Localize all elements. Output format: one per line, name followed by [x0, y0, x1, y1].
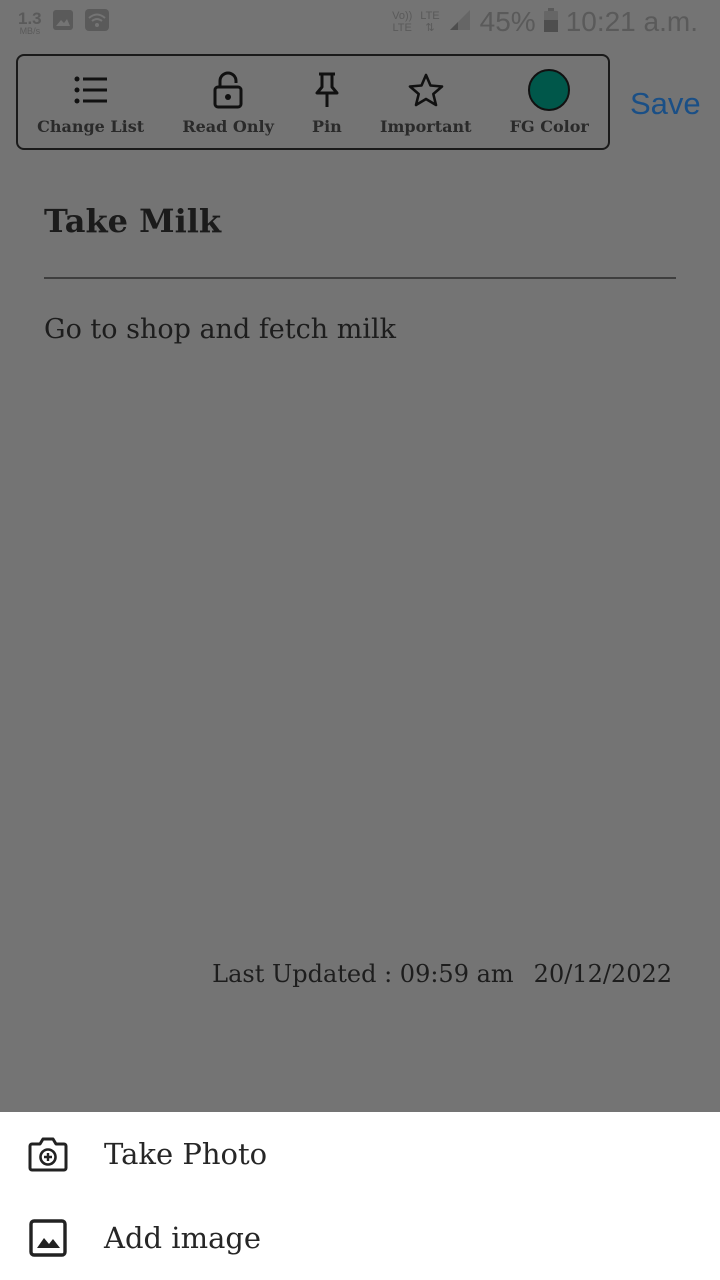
- last-updated-time: Last Updated : 09:59 am: [212, 960, 514, 988]
- status-bar: 1.3 MB/s Vo)) LTE LTE ⇅ 45% 10:21 a.m.: [0, 0, 720, 48]
- battery-percent: 45%: [479, 6, 536, 37]
- pin-icon: [313, 69, 341, 111]
- important-button[interactable]: Important: [380, 62, 471, 142]
- list-icon: [74, 69, 108, 111]
- gallery-notification-icon: [52, 9, 74, 36]
- star-icon: [408, 69, 444, 111]
- volte-lte-text: LTE: [392, 22, 412, 34]
- data-arrows-icon: ⇅: [425, 22, 435, 34]
- image-icon: [28, 1218, 68, 1258]
- add-image-option[interactable]: Add image: [0, 1196, 720, 1280]
- note-title[interactable]: Take Milk: [44, 202, 221, 240]
- note-toolbar: Change List Read Only Pin Important FG C…: [16, 54, 610, 150]
- note-body[interactable]: Go to shop and fetch milk: [44, 314, 396, 345]
- lte-text: LTE: [420, 10, 440, 22]
- color-swatch-icon: [528, 68, 571, 111]
- network-speed-unit: MB/s: [19, 25, 41, 36]
- last-updated-date: 20/12/2022: [533, 960, 672, 988]
- take-photo-label: Take Photo: [104, 1137, 268, 1171]
- title-divider: [44, 277, 676, 279]
- fg-color-icon-wrap: [528, 68, 571, 111]
- wifi-hotspot-icon: [84, 8, 110, 37]
- save-button[interactable]: Save: [630, 86, 701, 122]
- read-only-button[interactable]: Read Only: [182, 62, 274, 142]
- take-photo-option[interactable]: Take Photo: [0, 1112, 720, 1196]
- volte-indicator: Vo)) LTE: [392, 10, 412, 34]
- attachment-bottom-sheet: Take Photo Add image: [0, 1112, 720, 1280]
- clock: 10:21 a.m.: [565, 6, 698, 37]
- last-updated: Last Updated : 09:59 am 20/12/2022: [212, 960, 672, 988]
- battery-icon: [543, 7, 558, 37]
- network-speed: 1.3 MB/s: [18, 10, 42, 36]
- pin-button[interactable]: Pin: [312, 62, 342, 142]
- network-speed-value: 1.3: [18, 8, 42, 28]
- fg-color-button[interactable]: FG Color: [510, 62, 589, 142]
- signal-icon: [448, 8, 472, 37]
- fg-color-label: FG Color: [509, 116, 589, 136]
- camera-icon: [28, 1134, 68, 1174]
- important-label: Important: [379, 116, 472, 136]
- unlock-icon: [213, 69, 243, 111]
- change-list-label: Change List: [37, 116, 145, 136]
- pin-label: Pin: [312, 116, 342, 136]
- change-list-button[interactable]: Change List: [37, 62, 144, 142]
- lte-indicator: LTE ⇅: [420, 10, 439, 34]
- add-image-label: Add image: [104, 1221, 262, 1255]
- read-only-label: Read Only: [182, 116, 274, 136]
- volte-text: Vo)): [392, 10, 413, 22]
